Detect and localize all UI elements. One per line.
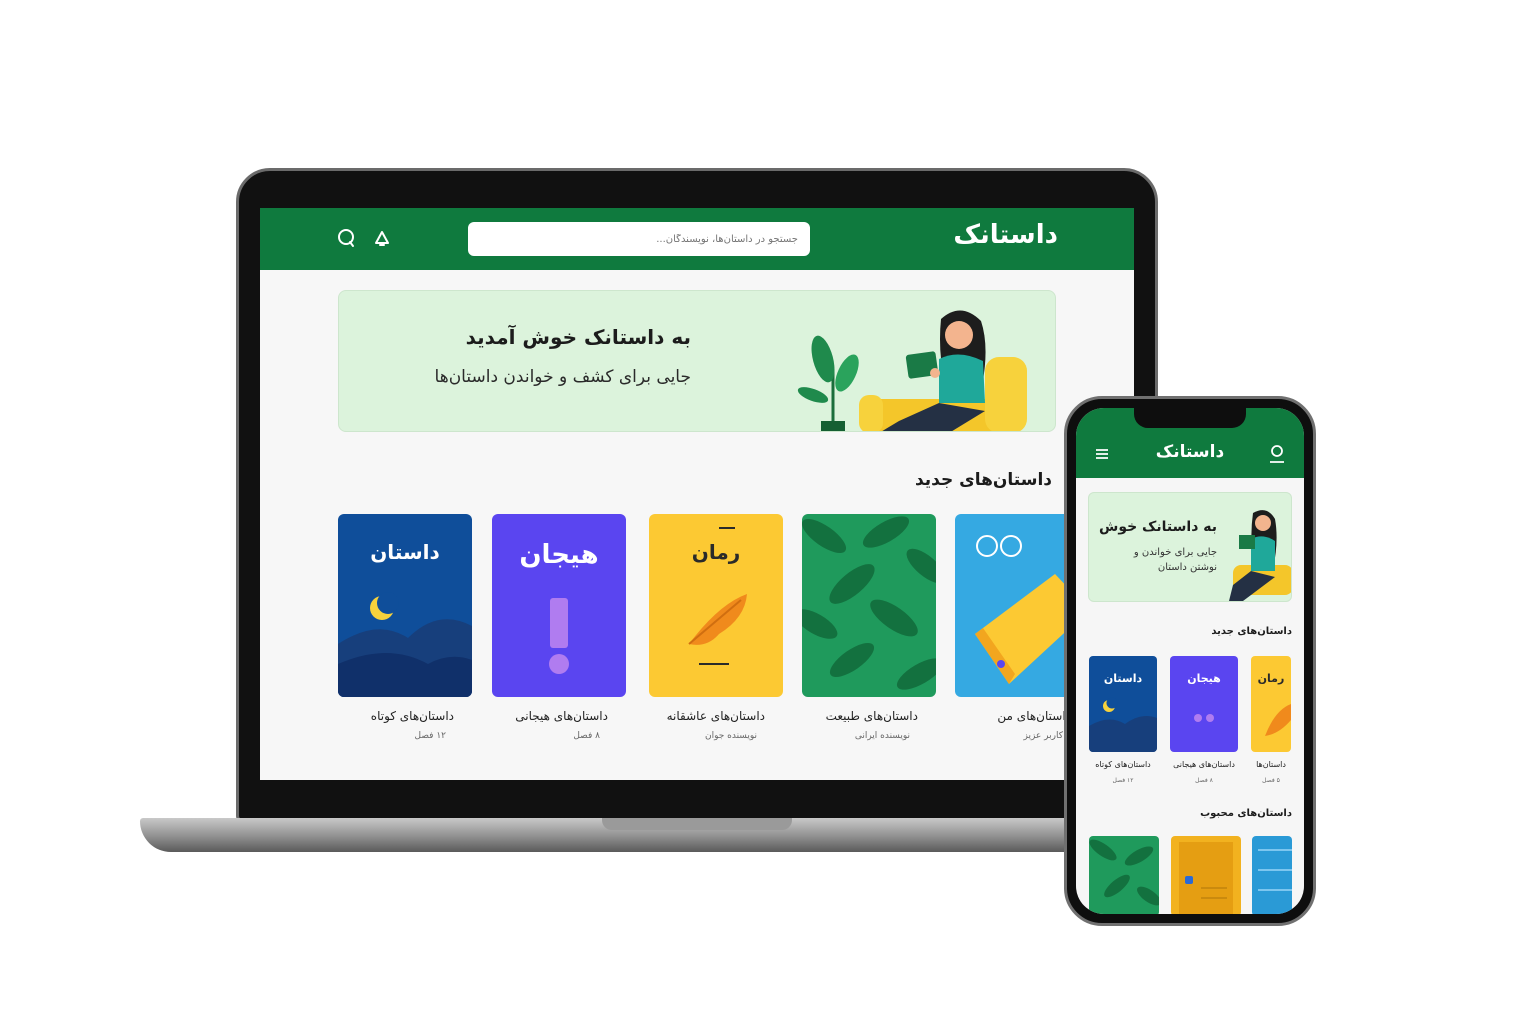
reading-woman-illustration (797, 310, 1027, 431)
bell-icon[interactable] (372, 228, 392, 248)
book-cover[interactable]: داستان (338, 514, 472, 697)
book-title: داستان‌های عاشقانه (666, 709, 765, 723)
door-icon (1179, 842, 1233, 914)
book-cover[interactable]: داستان (1089, 656, 1157, 752)
book-card[interactable]: رمان داستان‌ها ۵ فصل (1251, 656, 1291, 784)
section-title-popular-stories: داستان‌های محبوب (1200, 808, 1292, 819)
book-card[interactable]: داستان‌های طبیعت نویسنده ایرانی (802, 514, 936, 741)
book-title: داستان‌ها (1256, 760, 1286, 769)
book-card[interactable]: داستان داستان‌های کوتاه ۱۲ فصل (338, 514, 472, 741)
moon-icon (338, 592, 472, 697)
book-author: ۱۲ فصل (414, 731, 446, 741)
book-title: داستان‌های کوتاه (370, 709, 454, 723)
banner-title: به داستانک خوش (1099, 519, 1217, 535)
reading-woman-illustration (1229, 510, 1291, 601)
book-cover[interactable]: رمان (1251, 656, 1291, 752)
book-author: ۱۲ فصل (1112, 777, 1134, 784)
book-card[interactable]: هیجان داستان‌های هیجانی ۸ فصل (1170, 656, 1238, 784)
dots-icon (1194, 714, 1214, 722)
book-cover[interactable]: هیجان (1170, 656, 1238, 752)
book-cover[interactable] (802, 514, 936, 697)
popular-book-cover[interactable] (1171, 836, 1241, 914)
book-author: ۵ فصل (1262, 777, 1280, 784)
banner-title: به داستانک خوش آمدید (465, 325, 691, 349)
chat-icon[interactable] (336, 228, 356, 248)
book-card[interactable]: داستان داستان‌های کوتاه ۱۲ فصل (1089, 656, 1157, 784)
phone-welcome-banner: به داستانک خوش جایی برای خواندن و نوشتن … (1088, 492, 1292, 602)
book-author: ۸ فصل (573, 731, 600, 741)
laptop-screen: داستانک به داستانک خوش آمدید جایی برای ک… (260, 208, 1134, 780)
top-header: داستانک (260, 208, 1134, 270)
leaves-icon (802, 516, 936, 690)
user-icon[interactable] (1268, 444, 1286, 464)
feather-icon (688, 527, 747, 665)
welcome-banner: به داستانک خوش آمدید جایی برای کشف و خوا… (338, 290, 1056, 432)
exclamation-icon (549, 598, 569, 674)
book-author: نویسنده ایرانی (854, 731, 910, 741)
book-cover[interactable]: رمان (649, 514, 783, 697)
site-logo[interactable]: داستانک (953, 220, 1058, 250)
book-cover[interactable]: هیجان (492, 514, 626, 697)
banner-subtitle: جایی برای کشف و خواندن داستان‌ها (434, 367, 691, 387)
phone-notch (1134, 408, 1246, 428)
moon-icon (1089, 697, 1157, 752)
book-card[interactable]: هیجان داستان‌های هیجانی ۸ فصل (492, 514, 626, 741)
book-author: ۸ فصل (1195, 777, 1213, 784)
search-input[interactable] (468, 222, 810, 256)
popular-book-cover[interactable] (1252, 836, 1292, 914)
laptop-trackpad-notch (602, 818, 792, 830)
feather-icon (1265, 704, 1291, 736)
section-title-new-stories: داستان‌های جدید (914, 470, 1052, 490)
section-title-new-stories: داستان‌های جدید (1211, 626, 1292, 637)
phone-screen: داستانک به داستانک خوش جایی برای خواندن … (1076, 408, 1304, 914)
book-title: داستان‌های کوتاه (1095, 760, 1151, 769)
book-card[interactable]: رمان داستان‌های عاشقانه نویسنده جوان (649, 514, 783, 741)
book-title: داستان‌های هیجانی (1173, 760, 1235, 769)
book-author: نویسنده جوان (704, 731, 757, 741)
leaves-icon (1089, 839, 1159, 906)
popular-book-cover[interactable] (1089, 836, 1159, 914)
shelf-icon (1258, 849, 1292, 891)
book-title: داستان‌های هیجانی (515, 709, 608, 723)
banner-subtitle: جایی برای خواندن و نوشتن داستان (1133, 547, 1217, 573)
book-title: داستان‌های طبیعت (825, 709, 918, 723)
